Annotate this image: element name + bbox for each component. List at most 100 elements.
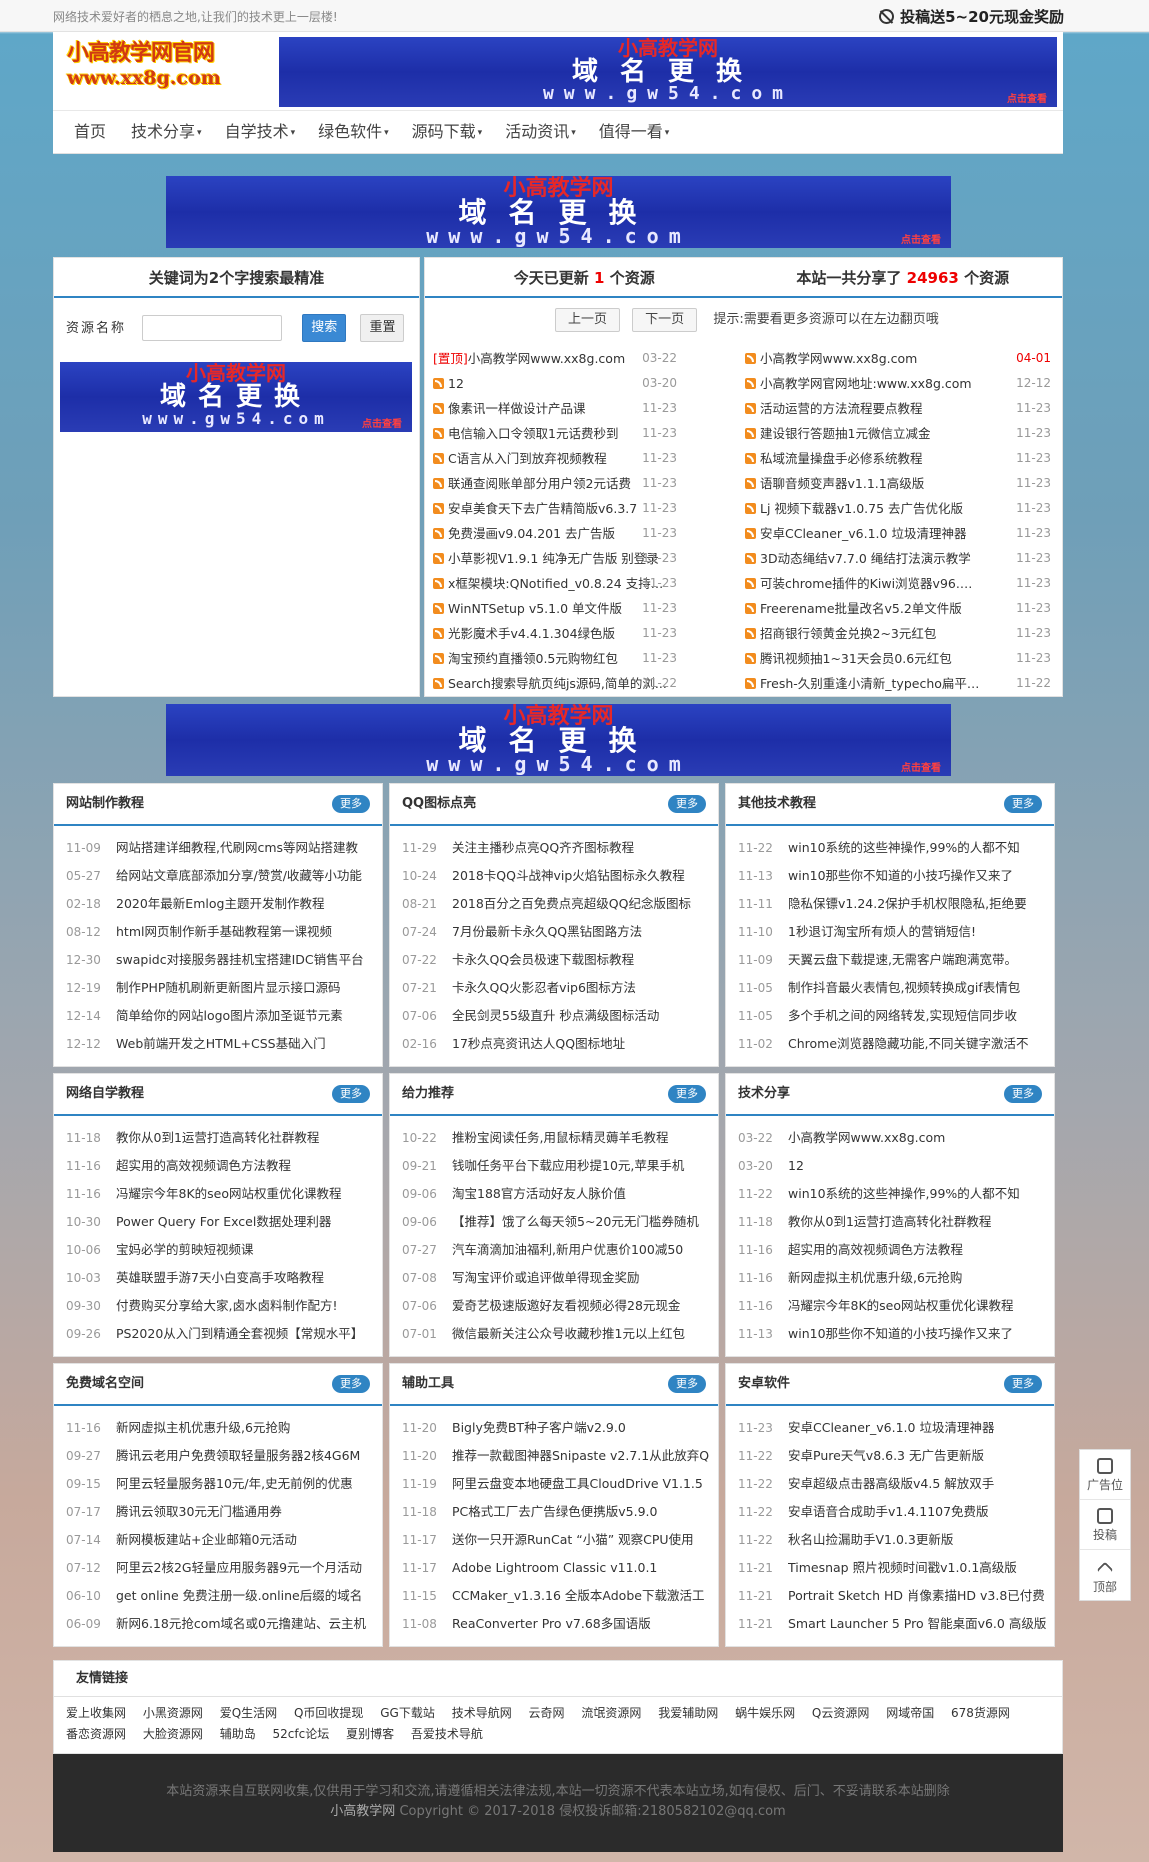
list-item[interactable]: 11-16 超实用的高效视频调色方法教程: [738, 1236, 1054, 1264]
list-item[interactable]: 11-05 制作抖音最火表情包,视频转换成gif表情包: [738, 974, 1054, 1002]
list-item[interactable]: 09-30 付费购买分享给大家,卤水卤料制作配方!: [66, 1292, 382, 1320]
list-item[interactable]: 11-19 阿里云盘变本地硬盘工具CloudDrive V1.1.5: [402, 1470, 718, 1498]
resource-item[interactable]: 可装chrome插件的Kiwi浏览器v96.0.4... 11-23: [745, 571, 1051, 596]
friend-link[interactable]: 爱Q生活网: [220, 1706, 277, 1720]
list-item[interactable]: 11-21 Portrait Sketch HD 肖像素描HD v3.8已付费: [738, 1582, 1054, 1610]
list-item[interactable]: 07-06 全民剑灵55级直升 秒点满级图标活动: [402, 1002, 718, 1030]
list-item[interactable]: 03-20 12: [738, 1152, 1054, 1180]
submit-reward-link[interactable]: 投稿送5~20元现金奖励: [879, 6, 1064, 27]
reset-button[interactable]: 重置: [360, 314, 405, 342]
friend-link[interactable]: 678货源网: [951, 1706, 1010, 1720]
resource-item[interactable]: 联通查阅账单部分用户领2元话费 11-23: [433, 471, 677, 496]
friend-link[interactable]: 蜗牛娱乐网: [735, 1706, 795, 1720]
friend-link[interactable]: 云奇网: [529, 1706, 565, 1720]
more-button[interactable]: 更多: [332, 795, 370, 813]
list-item[interactable]: 09-06 【推荐】饿了么每天领5~20元无门槛券随机: [402, 1208, 718, 1236]
more-button[interactable]: 更多: [668, 1375, 706, 1393]
list-item[interactable]: 07-08 写淘宝评价或追评做单得现金奖励: [402, 1264, 718, 1292]
search-button[interactable]: 搜索: [302, 314, 347, 342]
list-item[interactable]: 09-15 阿里云轻量服务器10元/年,史无前例的优惠: [66, 1470, 382, 1498]
friend-link[interactable]: 爱上收集网: [66, 1706, 126, 1720]
nav-item[interactable]: 源码下载 ▾: [401, 111, 495, 154]
list-item[interactable]: 07-27 汽车滴滴加油福利,新用户优惠价100减50: [402, 1236, 718, 1264]
friend-link[interactable]: 番恋资源网: [66, 1727, 126, 1741]
more-button[interactable]: 更多: [332, 1085, 370, 1103]
friend-link[interactable]: 52cfc论坛: [273, 1727, 330, 1741]
mid-banner-ad[interactable]: 小高教学网 域名更换 www.gw54.com 点击查看: [166, 176, 951, 248]
friend-link[interactable]: Q币回收提现: [294, 1706, 363, 1720]
list-item[interactable]: 07-24 7月份最新卡永久QQ黑钻图路方法: [402, 918, 718, 946]
resource-item[interactable]: Freerename批量改名v5.2单文件版 11-23: [745, 596, 1051, 621]
list-item[interactable]: 11-20 推荐一款截图神器Snipaste v2.7.1从此放弃Q: [402, 1442, 718, 1470]
submit-button[interactable]: 投稿: [1080, 1500, 1130, 1550]
friend-link[interactable]: 大脸资源网: [143, 1727, 203, 1741]
list-item[interactable]: 10-24 2018卡QQ斗战神vip火焰钻图标永久教程: [402, 862, 718, 890]
list-item[interactable]: 11-16 新网虚拟主机优惠升级,6元抢购: [66, 1414, 382, 1442]
list-item[interactable]: 11-21 Smart Launcher 5 Pro 智能桌面v6.0 高级版: [738, 1610, 1054, 1638]
list-item[interactable]: 02-16 17秒点亮资讯达人QQ图标地址: [402, 1030, 718, 1058]
resource-item[interactable]: 安卓CCleaner_v6.1.0 垃圾清理神器 11-23: [745, 521, 1051, 546]
list-item[interactable]: 11-23 安卓CCleaner_v6.1.0 垃圾清理神器: [738, 1414, 1054, 1442]
list-item[interactable]: 07-17 腾讯云领取30元无门槛通用券: [66, 1498, 382, 1526]
list-item[interactable]: 10-06 宝妈必学的剪映短视频课: [66, 1236, 382, 1264]
list-item[interactable]: 11-29 关注主播秒点亮QQ齐齐图标教程: [402, 834, 718, 862]
resource-item[interactable]: 电信输入口令领取1元话费秒到 11-23: [433, 421, 677, 446]
site-logo[interactable]: 小高教学网官网 www.xx8g.com: [67, 40, 267, 92]
resource-item[interactable]: 免费漫画v9.04.201 去广告版 11-23: [433, 521, 677, 546]
search-input[interactable]: [142, 315, 283, 341]
list-item[interactable]: 11-16 冯耀宗今年8K的seo网站权重优化课教程: [66, 1180, 382, 1208]
list-item[interactable]: 09-06 淘宝188官方活动好友人脉价值: [402, 1180, 718, 1208]
resource-item[interactable]: 小高教学网www.xx8g.com 04-01: [745, 346, 1051, 371]
list-item[interactable]: 09-21 钱咖任务平台下载应用秒提10元,苹果手机: [402, 1152, 718, 1180]
list-item[interactable]: 09-26 PS2020从入门到精通全套视频【常规水平】: [66, 1320, 382, 1348]
friend-link[interactable]: 辅助岛: [220, 1727, 256, 1741]
back-to-top-button[interactable]: 顶部: [1080, 1550, 1130, 1600]
list-item[interactable]: 11-22 安卓语音合成助手v1.4.1107免费版: [738, 1498, 1054, 1526]
friend-link[interactable]: GG下载站: [380, 1706, 435, 1720]
list-item[interactable]: 11-18 教你从0到1运营打造高转化社群教程: [738, 1208, 1054, 1236]
resource-item[interactable]: 像素讯一样做设计产品课 11-23: [433, 396, 677, 421]
nav-item[interactable]: 值得一看 ▾: [588, 111, 682, 154]
more-button[interactable]: 更多: [1004, 1085, 1042, 1103]
list-item[interactable]: 07-14 新网模板建站+企业邮箱0元活动: [66, 1526, 382, 1554]
list-item[interactable]: 07-06 爱奇艺极速版邀好友看视频必得28元现金: [402, 1292, 718, 1320]
mid-banner-ad-2[interactable]: 小高教学网 域名更换 www.gw54.com 点击查看: [166, 704, 951, 776]
footer-site-name[interactable]: 小高教学网: [330, 1804, 395, 1819]
more-button[interactable]: 更多: [332, 1375, 370, 1393]
friend-link[interactable]: 夏别博客: [346, 1727, 394, 1741]
list-item[interactable]: 12-12 Web前端开发之HTML+CSS基础入门: [66, 1030, 382, 1058]
list-item[interactable]: 11-13 win10那些你不知道的小技巧操作又来了: [738, 1320, 1054, 1348]
nav-item[interactable]: 自学技术 ▾: [214, 111, 308, 154]
nav-item[interactable]: 首页: [63, 111, 120, 154]
ad-slot-button[interactable]: 广告位: [1080, 1450, 1130, 1500]
resource-item[interactable]: 安卓美食天下去广告精简版v6.3.7 11-23: [433, 496, 677, 521]
friend-link[interactable]: 吾爱技术导航: [411, 1727, 483, 1741]
list-item[interactable]: 11-16 超实用的高效视频调色方法教程: [66, 1152, 382, 1180]
more-button[interactable]: 更多: [668, 1085, 706, 1103]
list-item[interactable]: 11-22 win10系统的这些神操作,99%的人都不知: [738, 1180, 1054, 1208]
resource-item[interactable]: 腾讯视频抽1~31天会员0.6元红包 11-23: [745, 646, 1051, 671]
more-button[interactable]: 更多: [1004, 795, 1042, 813]
list-item[interactable]: 11-09 天翼云盘下载提速,无需客户端跑满宽带。: [738, 946, 1054, 974]
list-item[interactable]: 09-27 腾讯云老用户免费领取轻量服务器2核4G6M: [66, 1442, 382, 1470]
list-item[interactable]: 02-18 2020年最新Emlog主题开发制作教程: [66, 890, 382, 918]
list-item[interactable]: 11-22 安卓Pure天气v8.6.3 无广告更新版: [738, 1442, 1054, 1470]
list-item[interactable]: 10-30 Power Query For Excel数据处理利器: [66, 1208, 382, 1236]
list-item[interactable]: 08-21 2018百分之百免费点亮超级QQ纪念版图标: [402, 890, 718, 918]
list-item[interactable]: 11-05 多个手机之间的网络转发,实现短信同步收: [738, 1002, 1054, 1030]
list-item[interactable]: 11-09 网站搭建详细教程,代刷网cms等网站搭建教: [66, 834, 382, 862]
list-item[interactable]: 11-17 送你一只开源RunCat “小猫” 观察CPU使用: [402, 1526, 718, 1554]
list-item[interactable]: 10-22 推粉宝阅读任务,用鼠标精灵薅羊毛教程: [402, 1124, 718, 1152]
list-item[interactable]: 06-09 新网6.18元抢com域名或0元撸建站、云主机: [66, 1610, 382, 1638]
resource-item[interactable]: 招商银行领黄金兑换2~3元红包 11-23: [745, 621, 1051, 646]
nav-item[interactable]: 技术分享 ▾: [120, 111, 214, 154]
list-item[interactable]: 11-08 ReaConverter Pro v7.68多国语版: [402, 1610, 718, 1638]
friend-link[interactable]: 我爱辅助网: [658, 1706, 718, 1720]
list-item[interactable]: 12-14 简单给你的网站logo图片添加圣诞节元素: [66, 1002, 382, 1030]
list-item[interactable]: 11-21 Timesnap 照片视频时间戳v1.0.1高级版: [738, 1554, 1054, 1582]
list-item[interactable]: 11-16 新网虚拟主机优惠升级,6元抢购: [738, 1264, 1054, 1292]
resource-item[interactable]: 淘宝预约直播领0.5元购物红包 11-23: [433, 646, 677, 671]
list-item[interactable]: 05-27 给网站文章底部添加分享/赞赏/收藏等小功能: [66, 862, 382, 890]
list-item[interactable]: 11-20 Bigly免费BT种子客户端v2.9.0: [402, 1414, 718, 1442]
more-button[interactable]: 更多: [668, 795, 706, 813]
